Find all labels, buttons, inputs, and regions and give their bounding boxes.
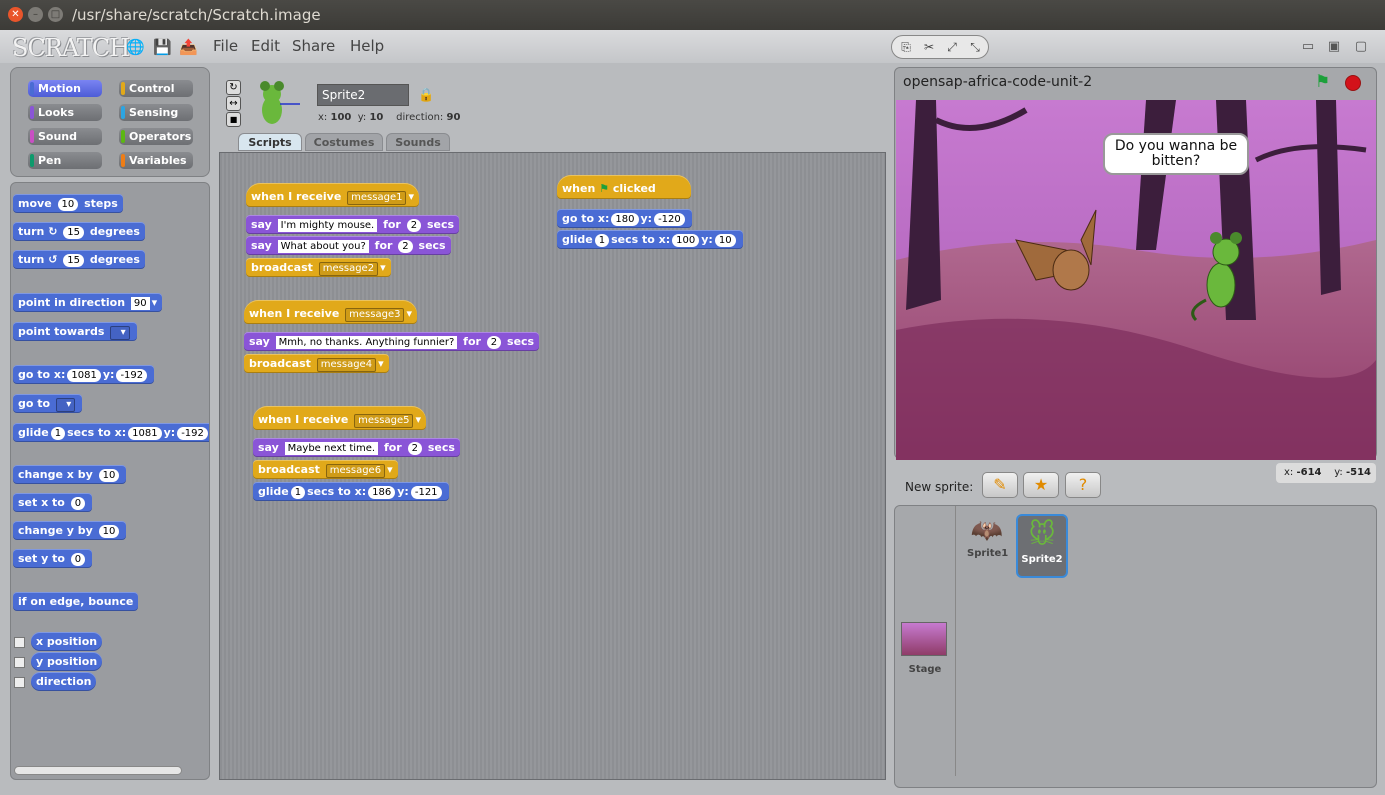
reporter-x-position[interactable]: x position (31, 632, 103, 651)
green-flag-button[interactable]: ⚑ (1315, 72, 1330, 92)
window-titlebar: ✕ – □ /usr/share/scratch/Scratch.image (0, 0, 1385, 30)
block-turn-left[interactable]: turn ↺ 15 degrees (13, 250, 145, 269)
block-point-towards[interactable]: point towards ▾ (13, 322, 137, 341)
tab-scripts[interactable]: Scripts (238, 133, 302, 151)
block-broadcast-2[interactable]: broadcast message4 ▾ (244, 354, 389, 373)
stage-canvas[interactable]: Do you wanna be bitten? (896, 100, 1376, 460)
category-looks[interactable]: Looks (28, 104, 102, 121)
tab-costumes[interactable]: Costumes (305, 133, 383, 151)
stage-tile[interactable]: Stage (901, 622, 949, 675)
no-rotate-icon[interactable]: ■ (226, 112, 241, 127)
block-goto[interactable]: go to ▾ (13, 394, 83, 413)
menu-edit[interactable]: Edit (251, 37, 280, 55)
sprite-thumbnail (260, 81, 300, 124)
tab-sounds[interactable]: Sounds (386, 133, 450, 151)
block-point-direction[interactable]: point in direction 90 ▾ (13, 293, 163, 312)
ypos-checkbox[interactable] (14, 657, 25, 668)
flip-style-icon[interactable]: ↔ (226, 96, 241, 111)
block-say-2[interactable]: say What about you? for 2 secs (246, 236, 451, 255)
menu-share[interactable]: Share (292, 37, 335, 55)
category-operators[interactable]: Operators (119, 128, 193, 145)
hat-when-receive-2[interactable]: when I receive message3 ▾ (244, 300, 417, 324)
lock-icon[interactable]: 🔒 (418, 88, 434, 103)
block-goto-xy[interactable]: go to x: 1081 y: -192 (13, 365, 155, 384)
rotate-style-icon[interactable]: ↻ (226, 80, 241, 95)
block-say-1[interactable]: say I'm mighty mouse. for 2 secs (246, 215, 460, 234)
block-broadcast-3[interactable]: broadcast message6 ▾ (253, 460, 398, 479)
stage-thumbnail (901, 622, 947, 656)
block-broadcast-1[interactable]: broadcast message2 ▾ (246, 258, 391, 277)
category-control[interactable]: Control (119, 80, 193, 97)
reporter-y-position[interactable]: y position (31, 652, 103, 671)
block-say-3[interactable]: say Mmh, no thanks. Anything funnier? fo… (244, 332, 540, 351)
hat-when-flag-clicked[interactable]: when ⚑ clicked (557, 175, 691, 199)
project-title: opensap-africa-code-unit-2 (903, 74, 1093, 90)
sprite-list: 🦇 Sprite1 🐭 Sprite2 Stage (894, 505, 1377, 788)
xpos-checkbox[interactable] (14, 637, 25, 648)
block-move[interactable]: move 10 steps (13, 194, 123, 213)
scratch-app: SCRATCH 🌐 💾 📤 File Edit Share Help ⎘ ✂ ⤢… (0, 30, 1385, 795)
block-glide-4[interactable]: glide 1 secs to x: 100 y: 10 (557, 230, 743, 249)
category-variables[interactable]: Variables (119, 152, 193, 169)
block-change-y[interactable]: change y by 10 (13, 521, 127, 540)
stage-panel: opensap-africa-code-unit-2 ⚑ Do you wann… (894, 67, 1377, 460)
menu-help[interactable]: Help (350, 37, 384, 55)
bat-icon: 🦇 (970, 516, 1004, 546)
scripts-area[interactable]: when I receive message1 ▾ say I'm mighty … (219, 152, 886, 780)
category-panel: Motion Control Looks Sensing Sound Opera… (10, 67, 210, 177)
delete-icon[interactable]: ✂ (920, 38, 938, 56)
stop-button[interactable] (1345, 75, 1361, 91)
category-motion[interactable]: Motion (28, 80, 102, 97)
block-change-x[interactable]: change x by 10 (13, 465, 127, 484)
category-pen[interactable]: Pen (28, 152, 102, 169)
divider (955, 506, 956, 776)
random-sprite-button[interactable]: ? (1065, 472, 1101, 498)
block-goto-xy-4[interactable]: go to x: 180 y: -120 (557, 209, 692, 228)
hat-when-receive-1[interactable]: when I receive message1 ▾ (246, 183, 419, 207)
block-bounce[interactable]: if on edge, bounce (13, 592, 139, 611)
minimize-icon[interactable]: – (28, 7, 43, 22)
sprite-tile-1[interactable]: 🦇 Sprite1 (967, 514, 1008, 574)
block-glide-3[interactable]: glide 1 secs to x: 186 y: -121 (253, 482, 449, 501)
block-turn-right[interactable]: turn ↻ 15 degrees (13, 222, 145, 241)
menubar: SCRATCH 🌐 💾 📤 File Edit Share Help ⎘ ✂ ⤢… (0, 30, 1385, 63)
mouse-coordinates: x: -614 y: -514 (1276, 463, 1376, 483)
menu-file[interactable]: File (213, 37, 238, 55)
presentation-mode-icon[interactable]: ▢ (1352, 38, 1370, 56)
sprite-tile-2[interactable]: 🐭 Sprite2 (1016, 514, 1068, 578)
share-icon[interactable]: 📤 (179, 38, 198, 56)
save-icon[interactable]: 💾 (153, 38, 172, 56)
block-palette: move 10 steps turn ↻ 15 degrees turn ↺ 1… (10, 182, 210, 780)
cursor-tools: ⎘ ✂ ⤢ ⤡ (891, 35, 989, 59)
mouse-icon: 🐭 (1028, 520, 1056, 550)
category-sensing[interactable]: Sensing (119, 104, 193, 121)
direction-checkbox[interactable] (14, 677, 25, 688)
shrink-icon[interactable]: ⤡ (966, 38, 984, 56)
grow-icon[interactable]: ⤢ (943, 38, 961, 56)
block-set-y[interactable]: set y to 0 (13, 549, 93, 568)
scratch-logo: SCRATCH (12, 34, 130, 62)
duplicate-icon[interactable]: ⎘ (897, 38, 915, 56)
normal-stage-icon[interactable]: ▣ (1325, 38, 1343, 56)
palette-scrollbar[interactable] (14, 766, 182, 775)
block-set-x[interactable]: set x to 0 (13, 493, 93, 512)
sprite-name-field[interactable]: Sprite2 (317, 84, 409, 106)
close-icon[interactable]: ✕ (8, 7, 23, 22)
new-sprite-label: New sprite: (905, 480, 974, 494)
sprite-position: x: 100 y: 10 direction: 90 (318, 112, 461, 123)
block-glide[interactable]: glide 1 secs to x: 1081 y: -192 (13, 423, 209, 442)
small-stage-icon[interactable]: ▭ (1299, 38, 1317, 56)
category-sound[interactable]: Sound (28, 128, 102, 145)
window-title: /usr/share/scratch/Scratch.image (72, 6, 321, 24)
choose-sprite-button[interactable]: ★ (1023, 472, 1059, 498)
paint-sprite-button[interactable]: ✎ (982, 472, 1018, 498)
block-say-4[interactable]: say Maybe next time. for 2 secs (253, 438, 460, 457)
maximize-icon[interactable]: □ (48, 7, 63, 22)
green-flag-icon: ⚑ (599, 182, 610, 195)
hat-when-receive-3[interactable]: when I receive message5 ▾ (253, 406, 426, 430)
globe-icon[interactable]: 🌐 (126, 38, 145, 56)
reporter-direction[interactable]: direction (31, 672, 97, 691)
speech-bubble: Do you wanna be bitten? (1103, 133, 1249, 175)
